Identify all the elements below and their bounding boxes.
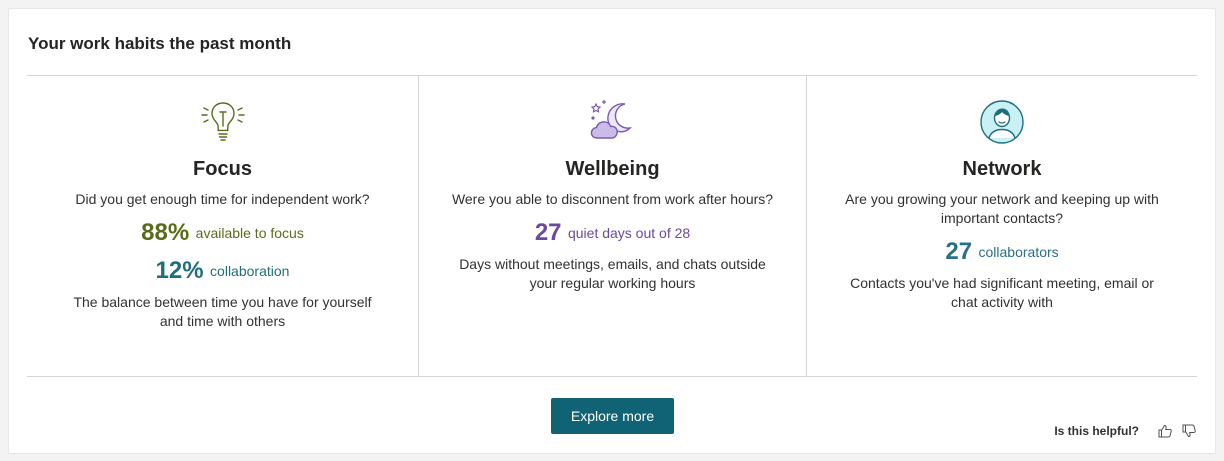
collaborators-metric: 27 collaborators [807, 234, 1197, 270]
explore-more-button[interactable]: Explore more [551, 398, 674, 434]
focus-description: The balance between time you have for yo… [73, 294, 372, 330]
wellbeing-description: Days without meetings, emails, and chats… [459, 256, 766, 292]
thumbs-up-icon[interactable] [1157, 423, 1173, 439]
network-column: Network Are you growing your network and… [807, 76, 1197, 376]
person-avatar-icon [980, 100, 1024, 144]
work-habits-card: Your work habits the past month Focus Di… [8, 8, 1216, 454]
card-title: Your work habits the past month [28, 34, 292, 53]
focus-percent-label: available to focus [195, 225, 304, 241]
wellbeing-heading: Wellbeing [565, 158, 660, 180]
focus-percent: 88% [141, 219, 190, 246]
feedback-bar: Is this helpful? [1054, 423, 1197, 439]
network-heading: Network [962, 158, 1042, 180]
feedback-label: Is this helpful? [1054, 424, 1139, 438]
quiet-days-label: quiet days out of 28 [567, 225, 691, 241]
collaborators-label: collaborators [978, 244, 1059, 260]
focus-column: Focus Did you get enough time for indepe… [27, 76, 418, 376]
network-question: Are you growing your network and keeping… [845, 191, 1159, 226]
focus-question: Did you get enough time for independent … [75, 191, 370, 207]
collaboration-percent: 12% [155, 257, 204, 285]
focus-metric: 88% available to focus [27, 215, 418, 251]
collaboration-metric: 12% collaboration [27, 253, 418, 289]
moon-cloud-icon [590, 100, 632, 139]
lightbulb-icon [200, 102, 245, 141]
collaborators-value: 27 [945, 238, 973, 265]
focus-heading: Focus [193, 158, 252, 180]
quiet-days-metric: 27 quiet days out of 28 [419, 215, 806, 251]
collaboration-label: collaboration [210, 263, 290, 280]
wellbeing-column: Wellbeing Were you able to disconnent fr… [419, 76, 806, 376]
thumbs-down-icon[interactable] [1181, 423, 1197, 439]
quiet-days-value: 27 [534, 219, 562, 246]
wellbeing-question: Were you able to disconnent from work af… [451, 191, 774, 207]
network-description: Contacts you've had significant meeting,… [850, 275, 1154, 311]
bottom-divider [27, 376, 1197, 377]
